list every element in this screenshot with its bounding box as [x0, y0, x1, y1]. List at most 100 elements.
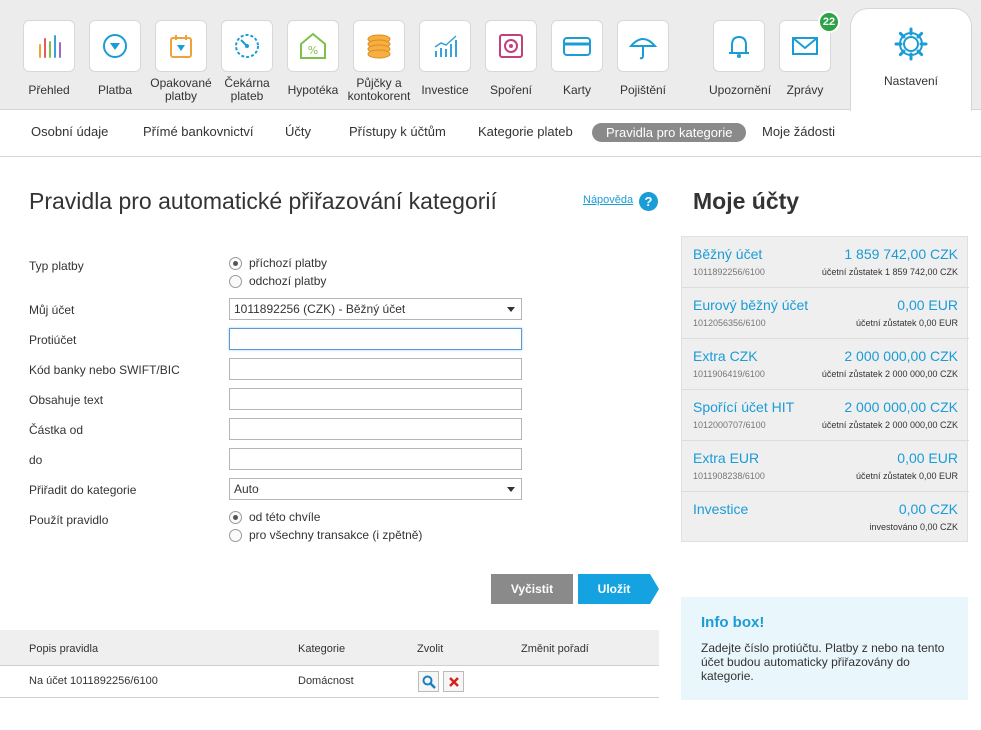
account-name: Extra CZK [693, 348, 758, 364]
amount-to-label: do [29, 453, 43, 467]
subnav-payment-categories[interactable]: Kategorie plateb [478, 124, 573, 139]
chevron-down-icon [507, 487, 515, 492]
nav-label: Investice [421, 83, 469, 97]
save-button[interactable]: Uložit [578, 574, 659, 604]
coins-icon [353, 20, 405, 72]
subnav-personal-data[interactable]: Osobní údaje [31, 124, 108, 139]
radio-label: příchozí platby [249, 256, 328, 270]
radio-all-transactions[interactable]: pro všechny transakce (i zpětně) [229, 528, 422, 542]
info-box-text: Zadejte číslo protiúčtu. Platby z nebo n… [701, 641, 945, 683]
calendar-icon [155, 20, 207, 72]
svg-text:%: % [308, 44, 318, 57]
amount-from-input[interactable] [229, 418, 522, 440]
safe-icon [485, 20, 537, 72]
help-icon[interactable]: ? [639, 192, 658, 211]
account-item[interactable]: Spořící účet HIT 2 000 000,00 CZK 101200… [682, 390, 969, 441]
amount-from-label: Částka od [29, 423, 84, 437]
counter-account-label: Protiúčet [29, 333, 77, 347]
info-box: Info box! Zadejte číslo protiúčtu. Platb… [681, 597, 968, 700]
search-icon[interactable] [418, 671, 439, 692]
nav-label: Platba [97, 83, 133, 97]
settings-subnavigation: Osobní údaje Přímé bankovnictví Účty Pří… [0, 111, 981, 157]
nav-item-recurring-payments[interactable]: Opakované platby [150, 20, 212, 103]
account-item[interactable]: Extra EUR 0,00 EUR 1011908238/6100 účetn… [682, 441, 969, 492]
account-balance: účetní zůstatek 2 000 000,00 CZK [821, 369, 958, 379]
nav-label: Přehled [28, 83, 70, 97]
my-account-value: 1011892256 (CZK) - Běžný účet [234, 302, 406, 316]
category-label: Přiřadit do kategorie [29, 483, 137, 497]
nav-item-insurance[interactable]: Pojištění [613, 20, 673, 97]
nav-item-mortgage[interactable]: % Hypotéka [283, 20, 343, 97]
radio-outgoing-payments[interactable]: odchozí platby [229, 274, 326, 288]
nav-label: Opakované platby [150, 76, 212, 103]
payment-icon [89, 20, 141, 72]
my-account-select[interactable]: 1011892256 (CZK) - Běžný účet [229, 298, 522, 320]
radio-unselected-icon [229, 274, 242, 288]
chevron-down-icon [507, 307, 515, 312]
nav-item-payment-queue[interactable]: Čekárna plateb [217, 20, 277, 103]
nav-label: Spoření [489, 83, 533, 97]
nav-item-investment[interactable]: Investice [415, 20, 475, 97]
subnav-account-access[interactable]: Přístupy k účtům [349, 124, 446, 139]
radio-selected-icon [229, 510, 242, 524]
amount-to-input[interactable] [229, 448, 522, 470]
account-item[interactable]: Investice 0,00 CZK investováno 0,00 CZK [682, 492, 969, 543]
account-amount: 0,00 EUR [897, 297, 958, 313]
subnav-my-requests[interactable]: Moje žádosti [762, 124, 835, 139]
nav-label: Nastavení [883, 74, 939, 88]
account-number: 1012000707/6100 [693, 420, 766, 430]
nav-item-overview[interactable]: Přehled [19, 20, 79, 97]
nav-item-cards[interactable]: Karty [547, 20, 607, 97]
account-item[interactable]: Běžný účet 1 859 742,00 CZK 1011892256/6… [682, 237, 969, 288]
subnav-direct-banking[interactable]: Přímé bankovnictví [143, 124, 254, 139]
category-select[interactable]: Auto [229, 478, 522, 500]
account-number: 1011906419/6100 [693, 369, 765, 379]
bank-code-label: Kód banky nebo SWIFT/BIC [29, 363, 180, 377]
account-number: 1011908238/6100 [693, 471, 765, 481]
my-account-label: Můj účet [29, 303, 75, 317]
subnav-accounts[interactable]: Účty [285, 124, 311, 139]
investment-chart-icon [419, 20, 471, 72]
radio-from-now[interactable]: od této chvíle [229, 510, 320, 524]
counter-account-input[interactable] [229, 328, 522, 350]
nav-label: Půjčky a kontokorent [347, 76, 411, 103]
nav-label: Zprávy [786, 83, 824, 97]
clear-button[interactable]: Vyčistit [491, 574, 573, 604]
radio-unselected-icon [229, 528, 242, 542]
delete-icon[interactable] [443, 671, 464, 692]
subnav-category-rules[interactable]: Pravidla pro kategorie [592, 123, 747, 142]
nav-item-payment[interactable]: Platba [85, 20, 145, 97]
house-percent-icon: % [287, 20, 339, 72]
account-number: 1011892256/6100 [693, 267, 765, 277]
nav-item-savings[interactable]: Spoření [481, 20, 541, 97]
account-amount: 2 000 000,00 CZK [844, 348, 958, 364]
bank-code-input[interactable] [229, 358, 522, 380]
account-balance: účetní zůstatek 0,00 EUR [855, 471, 958, 481]
nav-item-settings[interactable]: Nastavení [850, 8, 972, 111]
rule-description: Na účet 1011892256/6100 [29, 675, 158, 687]
nav-label: Čekárna plateb [224, 76, 270, 103]
accounts-title: Moje účty [693, 188, 800, 214]
nav-label: Pojištění [619, 83, 667, 97]
help-link[interactable]: Nápověda [583, 194, 633, 206]
nav-item-loans[interactable]: Půjčky a kontokorent [347, 20, 411, 103]
nav-item-messages[interactable]: 22 Zprávy [775, 11, 840, 97]
account-amount: 1 859 742,00 CZK [844, 246, 958, 262]
radio-selected-icon [229, 256, 242, 270]
column-header: Kategorie [298, 643, 346, 655]
account-name: Eurový běžný účet [693, 297, 809, 313]
account-balance: účetní zůstatek 1 859 742,00 CZK [821, 267, 958, 277]
card-icon [551, 20, 603, 72]
account-name: Běžný účet [693, 246, 763, 262]
unread-badge: 22 [818, 11, 840, 33]
umbrella-icon [617, 20, 669, 72]
page-title: Pravidla pro automatické přiřazování kat… [29, 188, 497, 214]
nav-item-notifications[interactable]: Upozornění [709, 20, 771, 97]
main-navigation: Přehled Platba Opakované platby Čekárna … [0, 0, 981, 111]
bell-icon [713, 20, 765, 72]
account-amount: 2 000 000,00 CZK [844, 399, 958, 415]
account-item[interactable]: Extra CZK 2 000 000,00 CZK 1011906419/61… [682, 339, 969, 390]
radio-incoming-payments[interactable]: příchozí platby [229, 256, 327, 270]
account-item[interactable]: Eurový běžný účet 0,00 EUR 1012056356/61… [682, 288, 969, 339]
contains-text-input[interactable] [229, 388, 522, 410]
